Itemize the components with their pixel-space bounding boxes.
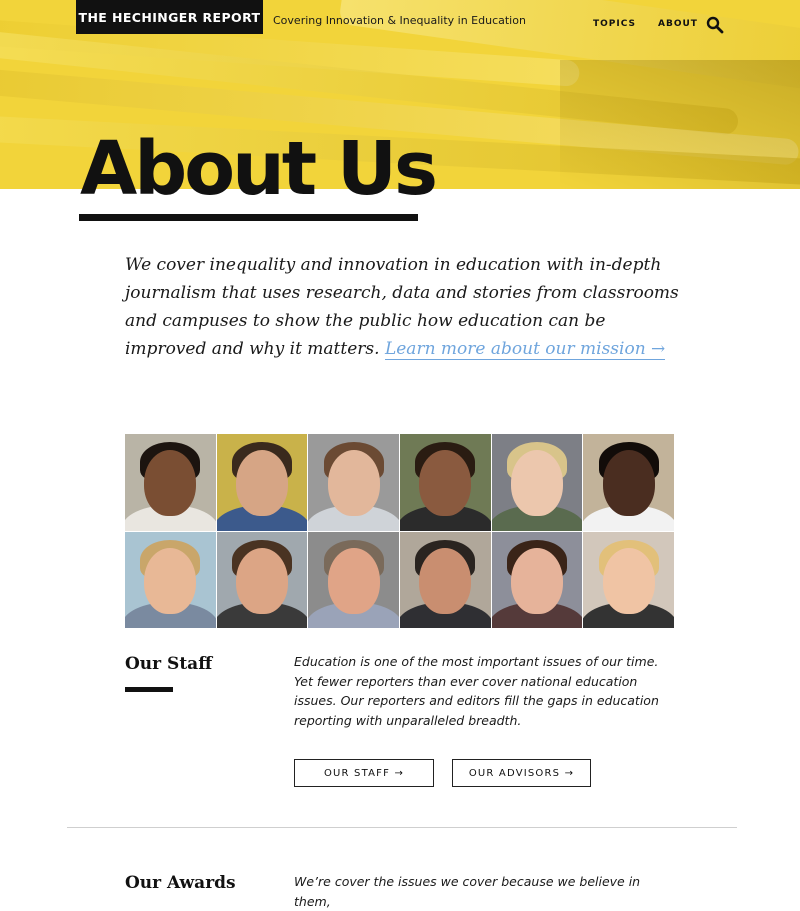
our-staff-button[interactable]: OUR STAFF → [294, 759, 434, 787]
staff-heading-rule [125, 687, 173, 692]
staff-photo [308, 531, 399, 628]
staff-heading: Our Staff [125, 654, 213, 674]
awards-description: We’re cover the issues we cover because … [294, 874, 641, 909]
title-underline [79, 214, 418, 221]
staff-photo [399, 434, 491, 531]
staff-photo [125, 434, 216, 531]
nav-topics[interactable]: TOPICS [593, 19, 636, 29]
staff-photo [491, 434, 583, 531]
staff-photo-grid [125, 434, 674, 628]
our-advisors-button[interactable]: OUR ADVISORS → [452, 759, 591, 787]
section-divider [67, 827, 737, 828]
staff-photo [308, 434, 399, 531]
staff-photo [491, 531, 583, 628]
page-title: About Us [80, 126, 438, 212]
intro-paragraph: We cover inequality and innovation in ed… [125, 251, 680, 363]
staff-photo [216, 531, 308, 628]
staff-photo [216, 434, 308, 531]
staff-photo [583, 531, 674, 628]
staff-photo [125, 531, 216, 628]
site-logo[interactable]: THE HECHINGER REPORT [76, 0, 263, 34]
mission-link[interactable]: Learn more about our mission → [384, 339, 666, 360]
staff-description: Education is one of the most important i… [294, 654, 659, 728]
site-tagline: Covering Innovation & Inequality in Educ… [273, 14, 526, 27]
staff-photo [399, 531, 491, 628]
nav-about[interactable]: ABOUT [658, 19, 698, 29]
staff-photo [583, 434, 674, 531]
awards-heading: Our Awards [125, 873, 236, 893]
search-icon[interactable] [706, 16, 724, 34]
